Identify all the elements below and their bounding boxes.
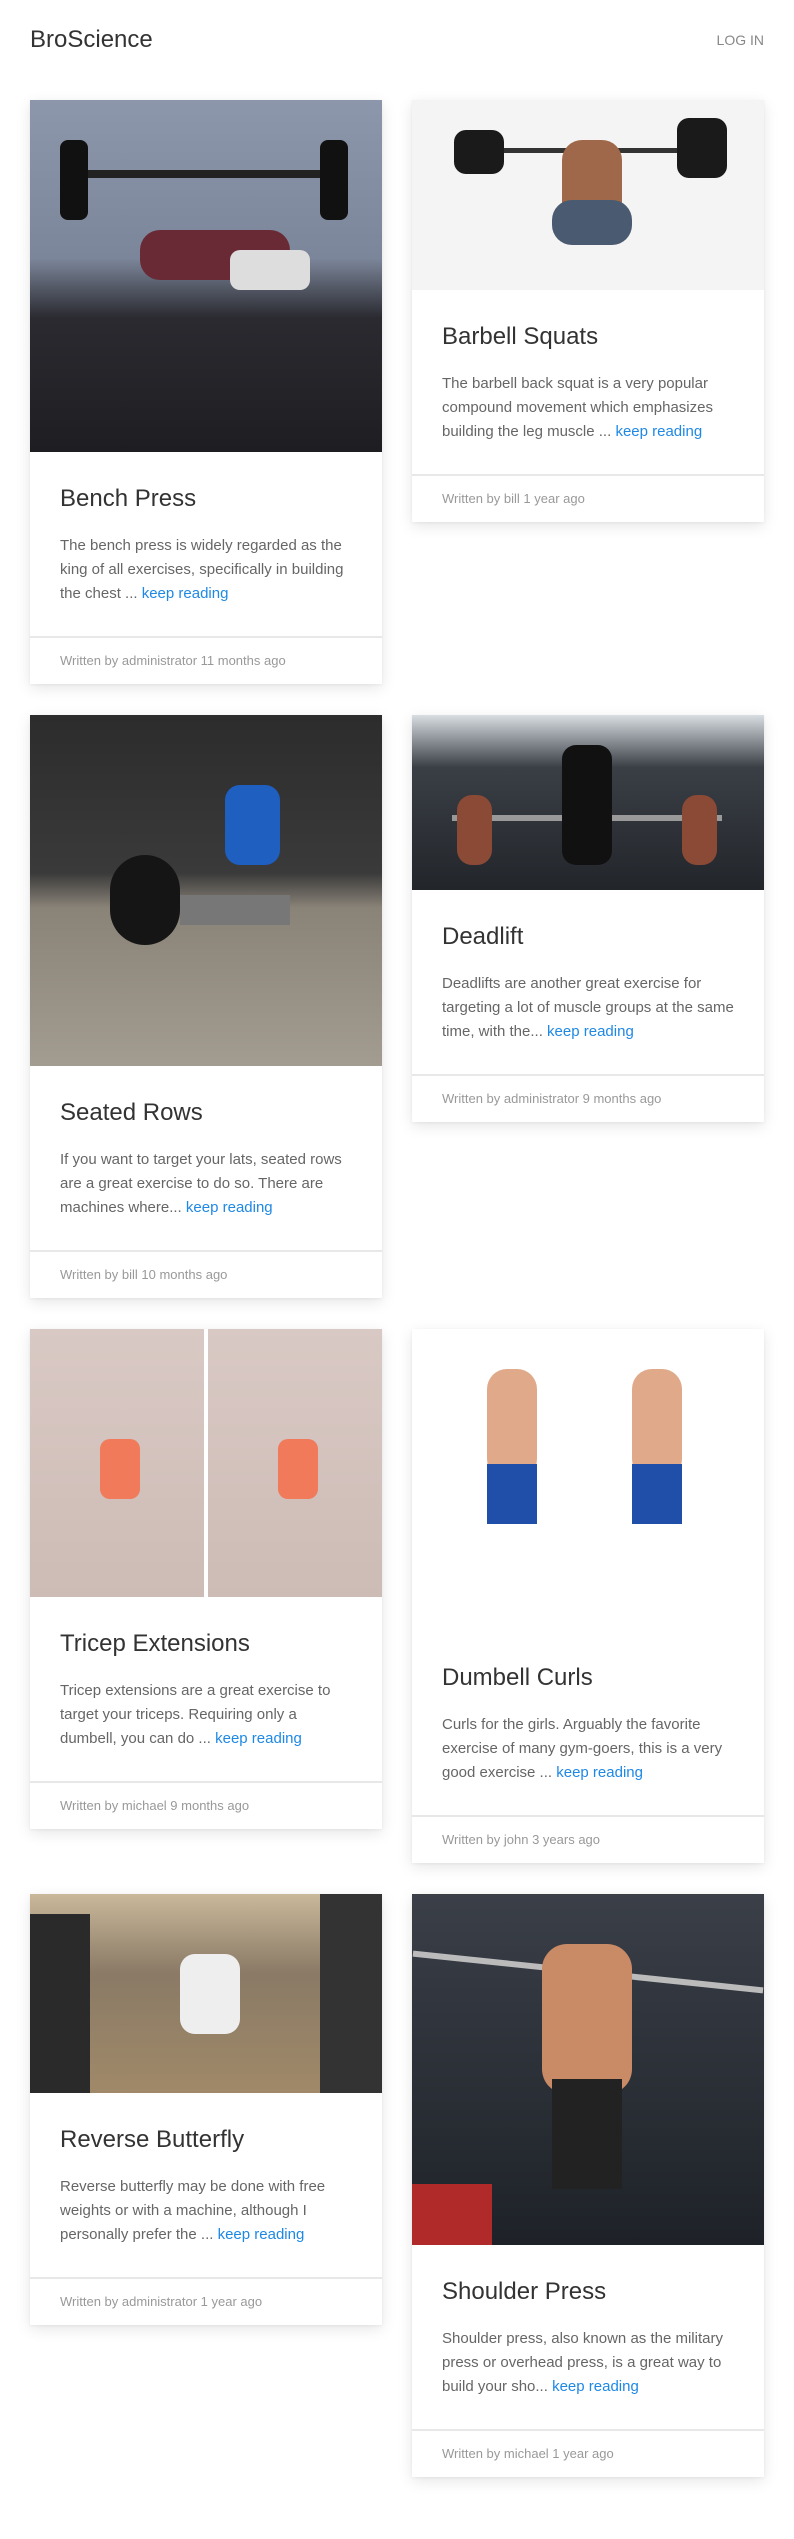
top-nav: BroScience LOG IN bbox=[0, 0, 794, 100]
post-image[interactable] bbox=[30, 1329, 382, 1597]
post-footer: Written by michael 9 months ago bbox=[30, 1781, 382, 1829]
post-footer: Written by john 3 years ago bbox=[412, 1815, 764, 1863]
post-body: Dumbell Curls Curls for the girls. Argua… bbox=[412, 1631, 764, 1815]
post-card: Deadlift Deadlifts are another great exe… bbox=[412, 715, 764, 1122]
post-body: Deadlift Deadlifts are another great exe… bbox=[412, 890, 764, 1074]
post-image[interactable] bbox=[412, 715, 764, 890]
post-row: Reverse Butterfly Reverse butterfly may … bbox=[0, 1894, 794, 2477]
keep-reading-link[interactable]: keep reading bbox=[218, 2226, 305, 2243]
post-footer: Written by administrator 11 months ago bbox=[30, 636, 382, 684]
post-title[interactable]: Bench Press bbox=[60, 484, 352, 514]
post-excerpt: The bench press is widely regarded as th… bbox=[60, 534, 352, 606]
post-card: Dumbell Curls Curls for the girls. Argua… bbox=[412, 1329, 764, 1863]
post-row: Seated Rows If you want to target your l… bbox=[0, 715, 794, 1298]
post-row: Bench Press The bench press is widely re… bbox=[0, 100, 794, 684]
post-card: Barbell Squats The barbell back squat is… bbox=[412, 100, 764, 522]
post-body: Tricep Extensions Tricep extensions are … bbox=[30, 1597, 382, 1781]
post-body: Bench Press The bench press is widely re… bbox=[30, 452, 382, 636]
post-body: Barbell Squats The barbell back squat is… bbox=[412, 290, 764, 474]
keep-reading-link[interactable]: keep reading bbox=[547, 1023, 634, 1040]
post-title[interactable]: Seated Rows bbox=[60, 1098, 352, 1128]
post-footer: Written by michael 1 year ago bbox=[412, 2429, 764, 2477]
post-card: Reverse Butterfly Reverse butterfly may … bbox=[30, 1894, 382, 2325]
keep-reading-link[interactable]: keep reading bbox=[215, 1730, 302, 1747]
post-image[interactable] bbox=[412, 1894, 764, 2245]
post-row: Tricep Extensions Tricep extensions are … bbox=[0, 1329, 794, 1863]
post-excerpt: Deadlifts are another great exercise for… bbox=[442, 972, 734, 1044]
post-image[interactable] bbox=[412, 100, 764, 290]
post-title[interactable]: Dumbell Curls bbox=[442, 1663, 734, 1693]
keep-reading-link[interactable]: keep reading bbox=[552, 2378, 639, 2395]
post-image[interactable] bbox=[30, 715, 382, 1066]
post-footer: Written by bill 1 year ago bbox=[412, 474, 764, 522]
post-excerpt: Tricep extensions are a great exercise t… bbox=[60, 1679, 352, 1751]
post-body: Seated Rows If you want to target your l… bbox=[30, 1066, 382, 1250]
post-title[interactable]: Barbell Squats bbox=[442, 322, 734, 352]
post-footer: Written by administrator 9 months ago bbox=[412, 1074, 764, 1122]
post-card: Shoulder Press Shoulder press, also know… bbox=[412, 1894, 764, 2477]
post-footer: Written by bill 10 months ago bbox=[30, 1250, 382, 1298]
post-excerpt: The barbell back squat is a very popular… bbox=[442, 372, 734, 444]
post-body: Reverse Butterfly Reverse butterfly may … bbox=[30, 2093, 382, 2277]
post-image[interactable] bbox=[412, 1329, 764, 1631]
post-title[interactable]: Reverse Butterfly bbox=[60, 2125, 352, 2155]
post-card: Seated Rows If you want to target your l… bbox=[30, 715, 382, 1298]
login-link[interactable]: LOG IN bbox=[717, 32, 764, 48]
post-footer: Written by administrator 1 year ago bbox=[30, 2277, 382, 2325]
post-excerpt: Shoulder press, also known as the milita… bbox=[442, 2327, 734, 2399]
post-image[interactable] bbox=[30, 100, 382, 452]
keep-reading-link[interactable]: keep reading bbox=[556, 1764, 643, 1781]
keep-reading-link[interactable]: keep reading bbox=[142, 585, 229, 602]
post-excerpt: Curls for the girls. Arguably the favori… bbox=[442, 1713, 734, 1785]
keep-reading-link[interactable]: keep reading bbox=[186, 1199, 273, 1216]
post-title[interactable]: Deadlift bbox=[442, 922, 734, 952]
post-card: Bench Press The bench press is widely re… bbox=[30, 100, 382, 684]
post-image[interactable] bbox=[30, 1894, 382, 2093]
post-excerpt: If you want to target your lats, seated … bbox=[60, 1148, 352, 1220]
post-card: Tricep Extensions Tricep extensions are … bbox=[30, 1329, 382, 1829]
post-excerpt: Reverse butterfly may be done with free … bbox=[60, 2175, 352, 2247]
post-body: Shoulder Press Shoulder press, also know… bbox=[412, 2245, 764, 2429]
keep-reading-link[interactable]: keep reading bbox=[615, 423, 702, 440]
brand-logo[interactable]: BroScience bbox=[30, 26, 153, 54]
post-title[interactable]: Shoulder Press bbox=[442, 2277, 734, 2307]
post-title[interactable]: Tricep Extensions bbox=[60, 1629, 352, 1659]
